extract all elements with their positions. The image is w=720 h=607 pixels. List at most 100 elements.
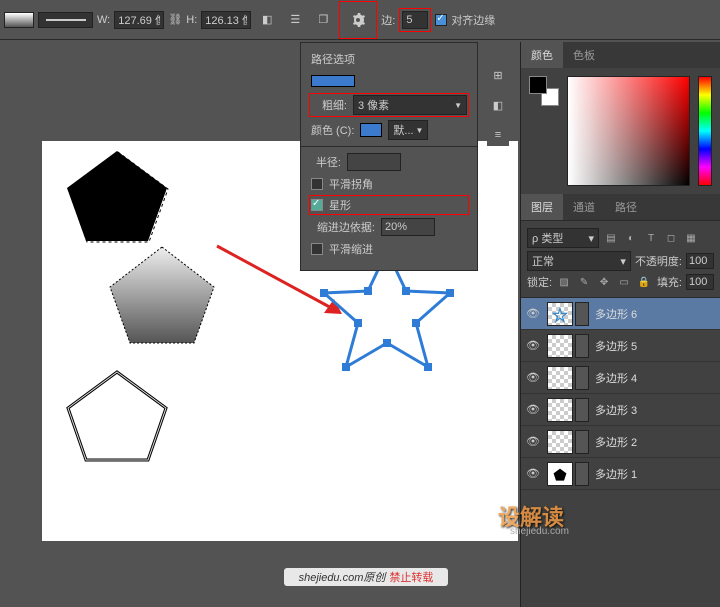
indent-input[interactable] [381,218,435,236]
layer-name[interactable]: 多边形 3 [595,402,637,418]
path-ops-square-icon[interactable]: ◧ [255,8,279,32]
shape-pentagon-gradient [102,241,222,351]
tab-channels[interactable]: 通道 [563,194,605,220]
layer-row[interactable]: 👁 多边形 1 [521,458,720,490]
layer-row[interactable]: 👁 多边形 3 [521,394,720,426]
layer-row[interactable]: 👁 多边形 4 [521,362,720,394]
thickness-value: 3 像素 [358,97,389,113]
color-picker-field[interactable] [567,76,690,186]
filter-smart-icon[interactable]: ▦ [683,230,699,246]
smooth-indent-label: 平滑缩进 [329,241,373,257]
smooth-corner-checkbox[interactable] [311,178,323,190]
blend-mode-select[interactable]: 正常▾ [527,251,631,271]
blend-mode-value: 正常 [532,253,554,269]
watermark-url: shejiedu.com [510,526,569,537]
lock-artboard-icon[interactable]: ▭ [616,274,632,290]
chevron-down-icon: ▼ [454,101,462,110]
height-input[interactable] [201,11,251,29]
thickness-select[interactable]: 3 像素 ▼ [353,95,467,115]
layers-list: 👁 多边形 6 👁 多边形 5 👁 多边形 4 👁 多边形 3 👁 多边形 2 … [521,297,720,607]
tab-color[interactable]: 颜色 [521,42,563,68]
path-color-swatch[interactable] [360,123,382,137]
lock-paint-icon[interactable]: ✎ [576,274,592,290]
link-wh-icon[interactable]: ⛓ [168,13,182,27]
color-panel-tabs: 颜色 色板 [521,42,720,68]
fg-color[interactable] [529,76,547,94]
visibility-eye-icon[interactable]: 👁 [525,371,541,384]
fill-swatch[interactable] [4,12,34,28]
vector-mask-thumb[interactable] [575,302,589,326]
vector-mask-thumb[interactable] [575,398,589,422]
sides-input[interactable] [402,11,428,29]
filter-adjust-icon[interactable]: ◐ [623,230,639,246]
shape-pentagon-outline [62,366,172,466]
dock-icon-3[interactable]: ≡ [487,124,509,146]
color-value: 默... [393,122,413,138]
smooth-indent-checkbox[interactable] [311,243,323,255]
thickness-label: 粗细: [311,97,347,113]
gear-icon[interactable] [342,4,374,36]
layer-name[interactable]: 多边形 2 [595,434,637,450]
layer-thumbnail[interactable] [547,334,573,358]
opacity-input[interactable] [686,253,714,269]
color-label: 颜色 (C): [311,122,354,138]
layer-thumbnail[interactable] [547,366,573,390]
tab-layers[interactable]: 图层 [521,194,563,220]
dock-icon-2[interactable]: ◧ [487,94,509,116]
visibility-eye-icon[interactable]: 👁 [525,339,541,352]
footer-text: shejiedu.com原创 [299,569,386,585]
layer-row[interactable]: 👁 多边形 6 [521,298,720,330]
dock-icon-1[interactable]: ⊞ [487,64,509,86]
layer-row[interactable]: 👁 多边形 5 [521,330,720,362]
star-label: 星形 [329,197,351,213]
layer-name[interactable]: 多边形 4 [595,370,637,386]
layer-thumbnail[interactable] [547,462,573,486]
path-arrange-icon[interactable]: ❐ [311,8,335,32]
fill-input[interactable] [686,274,714,290]
fg-bg-swatch[interactable] [529,76,559,106]
stroke-style-dropdown[interactable] [38,12,93,28]
height-label: H: [186,14,197,26]
visibility-eye-icon[interactable]: 👁 [525,467,541,480]
footer-badge: shejiedu.com原创 禁止转载 [284,568,448,586]
layer-row[interactable]: 👁 多边形 2 [521,426,720,458]
vector-mask-thumb[interactable] [575,366,589,390]
lock-transparency-icon[interactable]: ▨ [556,274,572,290]
visibility-eye-icon[interactable]: 👁 [525,403,541,416]
tab-swatches[interactable]: 色板 [563,42,605,68]
filter-image-icon[interactable]: ▤ [603,230,619,246]
hue-slider[interactable] [698,76,712,186]
align-edges-label: 对齐边缘 [451,12,495,28]
visibility-eye-icon[interactable]: 👁 [525,435,541,448]
filter-type-icon[interactable]: T [643,230,659,246]
opacity-label: 不透明度: [635,253,682,269]
indent-label: 缩进边依据: [311,219,375,235]
layer-thumbnail[interactable] [547,398,573,422]
layers-panel-tabs: 图层 通道 路径 [521,194,720,220]
lock-all-icon[interactable]: 🔒 [636,274,652,290]
tab-paths[interactable]: 路径 [605,194,647,220]
layer-name[interactable]: 多边形 6 [595,306,637,322]
width-input[interactable] [114,11,164,29]
vector-mask-thumb[interactable] [575,430,589,454]
layer-name[interactable]: 多边形 5 [595,338,637,354]
sides-label: 边: [381,12,395,28]
collapsed-panel-dock: ⊞ ◧ ≡ [487,60,515,146]
popup-color-strip[interactable] [311,75,355,87]
star-checkbox[interactable] [311,199,323,211]
filter-shape-icon[interactable]: ◻ [663,230,679,246]
vector-mask-thumb[interactable] [575,334,589,358]
color-select[interactable]: 默... ▼ [388,120,428,140]
path-align-icon[interactable]: ☰ [283,8,307,32]
layer-filter-select[interactable]: ρ 类型▾ [527,228,599,248]
checkbox-checked-icon [435,14,447,26]
popup-title: 路径选项 [311,51,467,67]
layer-name[interactable]: 多边形 1 [595,466,637,482]
lock-position-icon[interactable]: ✥ [596,274,612,290]
align-edges-checkbox[interactable]: 对齐边缘 [435,12,495,28]
layer-thumbnail[interactable] [547,430,573,454]
visibility-eye-icon[interactable]: 👁 [525,307,541,320]
vector-mask-thumb[interactable] [575,462,589,486]
radius-input[interactable] [347,153,401,171]
layer-thumbnail[interactable] [547,302,573,326]
